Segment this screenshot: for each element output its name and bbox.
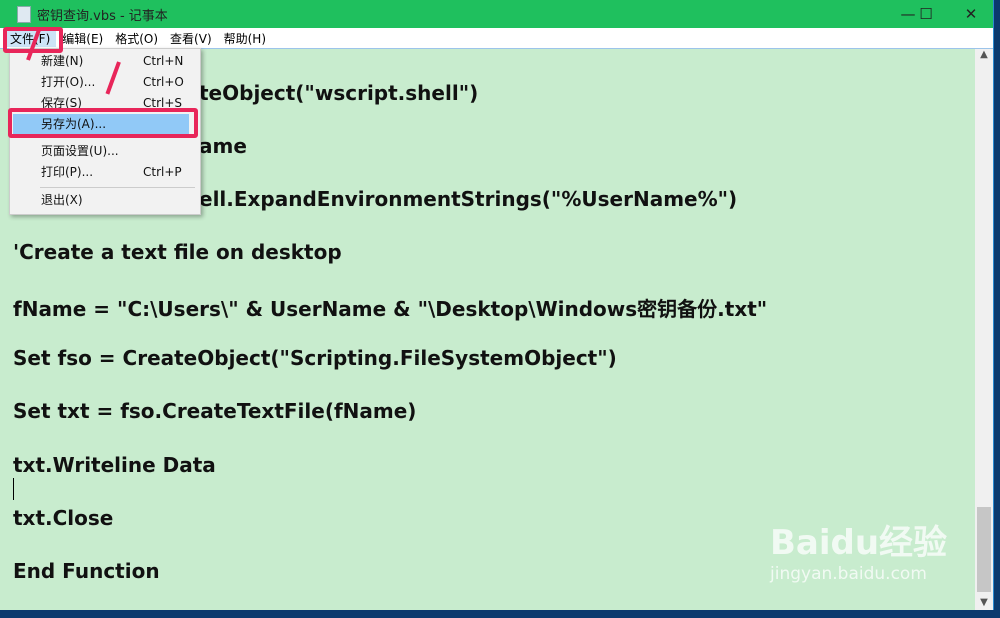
- scroll-up-icon[interactable]: ▲: [975, 49, 993, 60]
- menu-item-exit[interactable]: 退出(X): [10, 190, 200, 210]
- menu-item-page-setup[interactable]: 页面设置(U)...: [10, 141, 200, 161]
- menu-edit[interactable]: 编辑(E): [56, 30, 109, 47]
- menu-item-new[interactable]: 新建(N) Ctrl+N: [10, 51, 200, 71]
- baidu-watermark: Baidu经验 jingyan.baidu.com: [770, 515, 947, 584]
- menu-item-open[interactable]: 打开(O)... Ctrl+O: [10, 72, 200, 92]
- code-line: End Function: [13, 559, 160, 583]
- menu-help[interactable]: 帮助(H): [218, 30, 272, 47]
- code-line: fName = "C:\Users\" & UserName & "\Deskt…: [13, 297, 768, 321]
- menu-item-print[interactable]: 打印(P)... Ctrl+P: [10, 162, 200, 182]
- watermark-brand: Baidu经验: [770, 523, 948, 563]
- text-cursor: [13, 478, 14, 500]
- close-button[interactable]: ✕: [951, 0, 991, 28]
- scrollbar-thumb[interactable]: [977, 507, 991, 592]
- vertical-scrollbar[interactable]: ▲ ▼: [975, 49, 993, 610]
- code-line: txt.Writeline Data: [13, 453, 216, 477]
- window-title: 密钥查询.vbs - 记事本: [37, 8, 168, 24]
- code-line: Set txt = fso.CreateTextFile(fName): [13, 399, 417, 423]
- code-line: ell.ExpandEnvironmentStrings("%UserName%…: [199, 187, 738, 211]
- code-line: teObject("wscript.shell"): [199, 81, 479, 105]
- code-line: 'Create a text file on desktop: [13, 240, 342, 264]
- maximize-icon: ☐: [919, 5, 933, 23]
- code-line: Set fso = CreateObject("Scripting.FileSy…: [13, 346, 617, 370]
- menu-bar: 文件(F) 编辑(E) 格式(O) 查看(V) 帮助(H): [0, 28, 993, 49]
- highlight-box-save-as: [8, 108, 198, 138]
- menu-format[interactable]: 格式(O): [109, 30, 164, 47]
- menu-view[interactable]: 查看(V): [164, 30, 218, 47]
- code-line: txt.Close: [13, 506, 114, 530]
- code-line: ame: [199, 134, 247, 158]
- watermark-url: jingyan.baidu.com: [770, 564, 927, 584]
- title-bar: 密钥查询.vbs - 记事本 — ✕: [0, 0, 993, 28]
- scroll-down-icon[interactable]: ▼: [975, 597, 993, 608]
- menu-separator: [40, 187, 195, 188]
- notepad-icon: [17, 5, 31, 23]
